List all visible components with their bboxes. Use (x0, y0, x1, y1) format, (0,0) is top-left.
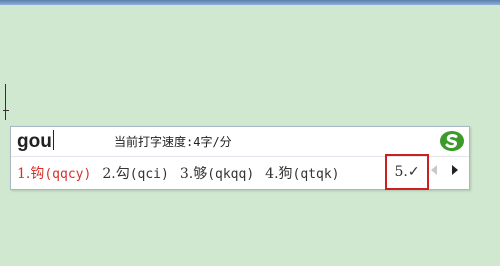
ime-composition-row: gou 当前打字速度:4字/分 (11, 127, 469, 157)
window-top-edge (0, 0, 500, 5)
candidate-2-char: 勾 (115, 166, 130, 182)
candidate-1-code: (qqcy) (44, 167, 92, 182)
page-next-icon (452, 165, 458, 175)
candidate-1[interactable]: 1.钩(qqcy) (17, 163, 91, 183)
ime-candidate-window: gou 当前打字速度:4字/分 1.钩(qqcy) 2.勾(qci) 3.够(q… (10, 126, 470, 190)
candidate-4-index: 4. (265, 166, 279, 182)
candidate-5-check: ✓ (407, 164, 420, 180)
candidate-3-code: (qkqq) (207, 167, 255, 182)
candidate-3[interactable]: 3.够(qkqq) (180, 163, 254, 183)
text-insertion-cursor-foot (3, 110, 9, 111)
composition-text: gou (17, 130, 54, 153)
page-prev-button[interactable] (427, 159, 443, 181)
page-prev-icon (431, 165, 437, 175)
sogou-s-logo-icon[interactable] (439, 129, 465, 153)
candidate-4[interactable]: 4.狗(qtqk) (265, 163, 339, 183)
text-insertion-cursor (5, 84, 6, 120)
candidate-2-index: 2. (102, 166, 116, 182)
candidate-4-code: (qtqk) (292, 167, 340, 182)
page-next-button[interactable] (448, 159, 464, 181)
candidate-5-index: 5. (394, 164, 408, 180)
candidate-3-char: 够 (193, 166, 208, 182)
candidate-1-char: 钩 (30, 166, 45, 182)
candidate-3-index: 3. (179, 166, 194, 182)
composition-string: gou (17, 131, 52, 152)
typing-speed-label: 当前打字速度:4字/分 (114, 135, 232, 149)
candidate-2-code: (qci) (129, 167, 169, 182)
candidate-5-highlighted[interactable]: 5. ✓ (385, 154, 429, 190)
candidate-2[interactable]: 2.勾(qci) (102, 163, 169, 183)
candidate-list: 1.钩(qqcy) 2.勾(qci) 3.够(qkqq) 4.狗(qtqk) (17, 160, 350, 186)
composition-caret (52, 130, 54, 150)
candidate-4-char: 狗 (278, 166, 293, 182)
candidate-1-index: 1. (17, 166, 31, 182)
